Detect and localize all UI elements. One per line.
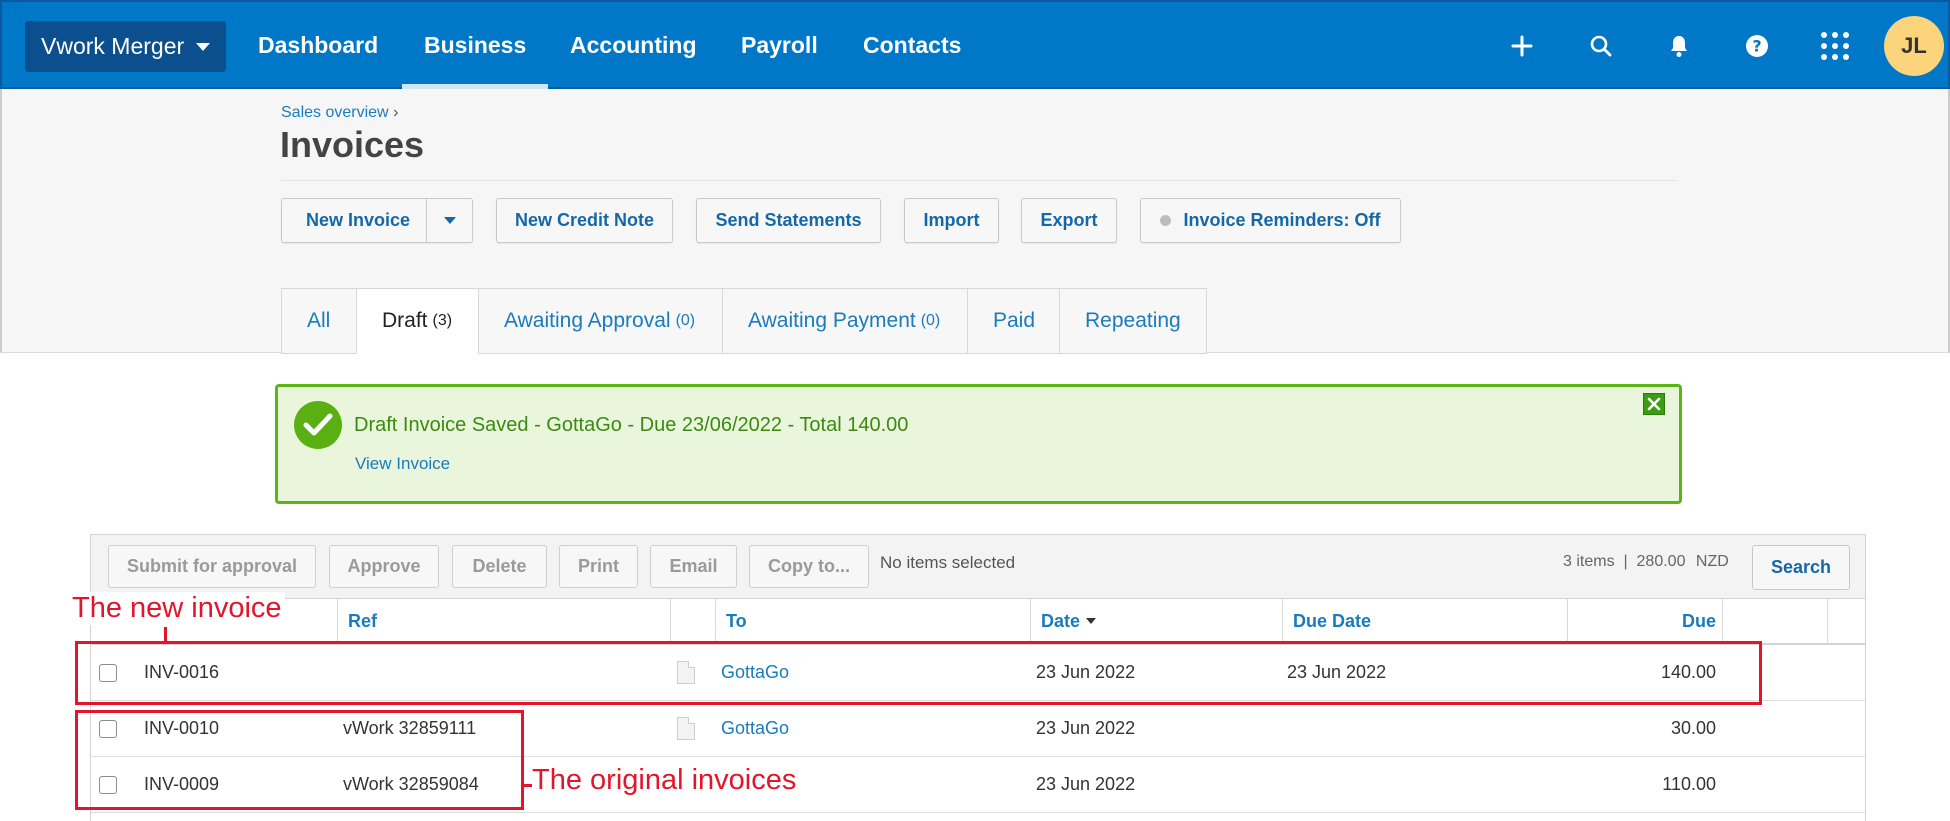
invoice-amount-due: 110.00	[1662, 774, 1716, 794]
selection-status: No items selected	[880, 553, 1016, 572]
copy-to-button[interactable]: Copy to...	[749, 545, 869, 588]
close-icon[interactable]	[1643, 393, 1665, 415]
sort-desc-icon	[1086, 618, 1097, 624]
tab-paid[interactable]: Paid	[967, 288, 1059, 354]
nav-payroll[interactable]: Payroll	[741, 2, 818, 89]
tab-label: Paid	[993, 309, 1036, 332]
bulk-actions-toolbar: Submit for approval Approve Delete Print…	[91, 535, 1865, 599]
column-header-label: Date	[1041, 610, 1081, 631]
invoice-status-tabs: All Draft (3) Awaiting Approval (0) Awai…	[281, 288, 1207, 354]
breadcrumb-separator: ›	[393, 104, 399, 121]
bell-icon[interactable]	[1661, 28, 1697, 64]
nav-dashboard[interactable]: Dashboard	[258, 2, 378, 89]
svg-text:?: ?	[1752, 37, 1761, 56]
tab-count: (0)	[675, 312, 696, 329]
export-button[interactable]: Export	[1021, 198, 1117, 243]
submit-for-approval-button[interactable]: Submit for approval	[108, 545, 316, 588]
search-button[interactable]: Search	[1752, 545, 1850, 590]
organisation-switcher[interactable]: Vwork Merger	[25, 21, 227, 72]
delete-button[interactable]: Delete	[452, 545, 547, 588]
column-header-due-date[interactable]: Due Date	[1282, 599, 1567, 643]
chevron-down-icon	[443, 217, 456, 224]
column-header-blank	[1722, 599, 1827, 643]
annotation-box-new-invoice	[75, 641, 1762, 705]
column-header-date[interactable]: Date	[1030, 599, 1282, 643]
list-summary: 3 items | 280.00 NZD	[1563, 553, 1729, 571]
tab-repeating[interactable]: Repeating	[1059, 288, 1207, 354]
send-statements-button[interactable]: Send Statements	[696, 198, 881, 243]
tab-all[interactable]: All	[281, 288, 356, 354]
currency-code: NZD	[1695, 553, 1729, 570]
invoice-date: 23 Jun 2022	[1036, 718, 1136, 738]
invoice-reminders-button[interactable]: Invoice Reminders: Off	[1140, 198, 1401, 243]
search-icon[interactable]	[1583, 28, 1619, 64]
invoice-amount-due: 30.00	[1670, 718, 1716, 738]
status-dot-icon	[1160, 215, 1172, 226]
check-circle-icon	[294, 401, 342, 449]
invoice-date: 23 Jun 2022	[1036, 774, 1136, 794]
tab-count: (3)	[432, 312, 453, 329]
email-button[interactable]: Email	[650, 545, 737, 588]
top-navigation-bar: Vwork Merger Dashboard Business Accounti…	[0, 0, 1950, 89]
nav-contacts[interactable]: Contacts	[863, 2, 961, 89]
tab-label: Awaiting Payment	[748, 309, 916, 332]
tab-label: Draft	[382, 309, 428, 332]
table-header: Ref To Date Due Date Due	[91, 599, 1865, 645]
nav-accounting[interactable]: Accounting	[570, 2, 697, 89]
approve-button[interactable]: Approve	[329, 545, 439, 588]
column-header-attachment	[670, 599, 715, 643]
help-icon[interactable]: ?	[1739, 28, 1775, 64]
nav-business[interactable]: Business	[401, 2, 549, 89]
tab-awaiting-payment[interactable]: Awaiting Payment (0)	[722, 288, 967, 354]
tab-draft[interactable]: Draft (3)	[356, 288, 478, 354]
page-title: Invoices	[280, 124, 425, 165]
summary-separator: |	[1619, 553, 1633, 570]
new-invoice-label: New Invoice	[306, 210, 411, 230]
breadcrumb-sales-overview[interactable]: Sales overview	[281, 104, 389, 121]
annotation-label-new-invoice: The new invoice	[69, 592, 285, 625]
organisation-name: Vwork Merger	[41, 33, 185, 59]
chevron-down-icon	[196, 42, 211, 51]
tab-label: Repeating	[1085, 309, 1181, 332]
view-invoice-link[interactable]: View Invoice	[355, 454, 450, 474]
tab-count: (0)	[920, 312, 941, 329]
column-header-to[interactable]: To	[715, 599, 1030, 643]
items-total: 280.00	[1636, 553, 1686, 570]
success-notification: Draft Invoice Saved - GottaGo - Due 23/0…	[275, 384, 1682, 504]
apps-grid-icon[interactable]	[1817, 28, 1853, 64]
new-invoice-dropdown[interactable]	[426, 199, 472, 242]
tab-awaiting-approval[interactable]: Awaiting Approval (0)	[478, 288, 722, 354]
tab-label: All	[307, 309, 331, 332]
plus-icon[interactable]	[1504, 28, 1540, 64]
annotation-connector	[164, 627, 167, 642]
document-icon	[677, 717, 695, 740]
column-header-blank	[1827, 599, 1867, 643]
column-header-due[interactable]: Due	[1567, 599, 1722, 643]
invoice-contact[interactable]: GottaGo	[721, 701, 789, 756]
new-credit-note-button[interactable]: New Credit Note	[496, 198, 673, 243]
items-count: 3 items	[1563, 553, 1615, 570]
annotation-box-original-invoices	[75, 710, 524, 810]
notification-message: Draft Invoice Saved - GottaGo - Due 23/0…	[354, 414, 909, 436]
breadcrumb[interactable]: Sales overview ›	[281, 104, 398, 122]
divider	[281, 180, 1677, 181]
invoice-reminders-label: Invoice Reminders: Off	[1183, 210, 1381, 230]
new-invoice-button[interactable]: New Invoice	[281, 198, 473, 243]
column-header-ref[interactable]: Ref	[337, 599, 670, 643]
import-button[interactable]: Import	[904, 198, 999, 243]
print-button[interactable]: Print	[559, 545, 638, 588]
annotation-label-original-invoices: The original invoices	[532, 764, 800, 797]
avatar[interactable]: JL	[1884, 16, 1944, 76]
tab-label: Awaiting Approval	[504, 309, 671, 332]
